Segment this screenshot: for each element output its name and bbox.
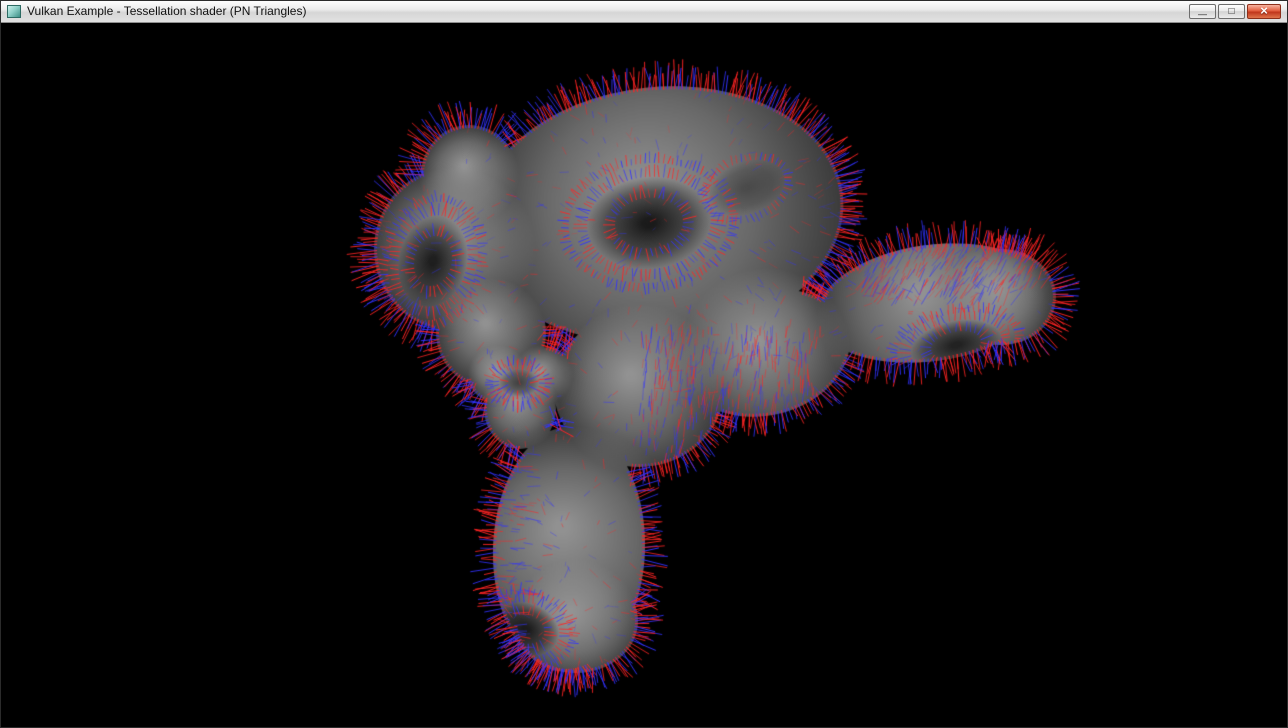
window-title: Vulkan Example - Tessellation shader (PN…: [27, 1, 306, 22]
titlebar[interactable]: Vulkan Example - Tessellation shader (PN…: [1, 1, 1287, 23]
maximize-icon: □: [1228, 6, 1234, 17]
viewport-canvas[interactable]: [1, 23, 1287, 726]
app-icon: [7, 5, 21, 18]
minimize-icon: —: [1198, 9, 1207, 19]
app-window: Vulkan Example - Tessellation shader (PN…: [0, 0, 1288, 728]
minimize-button[interactable]: —: [1189, 4, 1216, 19]
maximize-button[interactable]: □: [1218, 4, 1245, 19]
window-controls: — □ ×: [1189, 4, 1281, 19]
close-icon: ×: [1260, 3, 1268, 18]
close-button[interactable]: ×: [1247, 4, 1281, 19]
viewport: [1, 23, 1287, 727]
